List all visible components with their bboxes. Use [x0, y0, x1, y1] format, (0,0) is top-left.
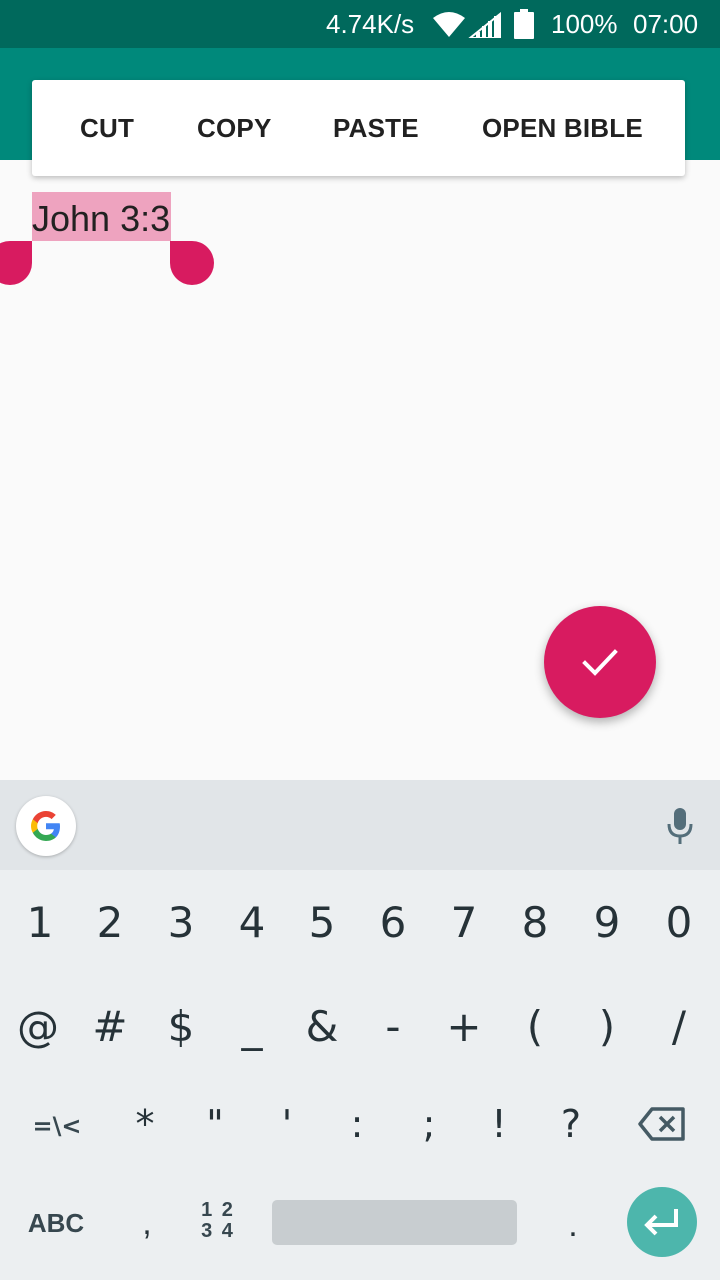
space-key[interactable] [272, 1200, 517, 1245]
key-3[interactable]: 3 [146, 898, 216, 947]
selected-text[interactable]: John 3:3 [32, 198, 170, 240]
open-bible-button[interactable]: OPEN BIBLE [482, 113, 643, 144]
key-close-paren[interactable]: ) [572, 1002, 642, 1051]
cut-button[interactable]: CUT [80, 113, 134, 144]
battery-icon [514, 9, 534, 39]
battery-percentage: 100% [551, 9, 618, 39]
keyboard-suggestion-bar [0, 780, 720, 870]
key-dollar[interactable]: $ [146, 1002, 216, 1051]
comma-key[interactable]: , [122, 1204, 172, 1243]
key-underscore[interactable]: _ [217, 1002, 287, 1051]
net-speed: 4.74K/s [326, 9, 415, 39]
selection-handle-end[interactable] [170, 241, 214, 285]
key-6[interactable]: 6 [358, 898, 428, 947]
key-5[interactable]: 5 [287, 898, 357, 947]
period-key[interactable]: . [548, 1206, 598, 1245]
status-bar: 4.74K/s 100% 07:00 [0, 0, 720, 48]
signal-icon [468, 12, 501, 38]
key-0[interactable]: 0 [644, 898, 714, 947]
key-at[interactable]: @ [3, 1002, 73, 1051]
numpad-toggle-top: 1 2 [201, 1199, 235, 1221]
confirm-fab-button[interactable] [544, 606, 656, 718]
clock: 07:00 [633, 9, 699, 39]
enter-icon [644, 1209, 678, 1236]
text-selection-toolbar: CUT COPY PASTE OPEN BIBLE [32, 80, 685, 176]
key-minus[interactable]: - [358, 1002, 428, 1051]
key-asterisk[interactable]: * [110, 1102, 180, 1146]
key-open-paren[interactable]: ( [500, 1002, 570, 1051]
key-4[interactable]: 4 [217, 898, 287, 947]
key-plus[interactable]: + [429, 1002, 499, 1051]
mic-icon[interactable] [664, 806, 696, 846]
key-question[interactable]: ? [536, 1102, 606, 1146]
key-ampersand[interactable]: & [287, 1002, 357, 1051]
key-more-symbols[interactable]: =\< [22, 1112, 92, 1140]
wifi-icon [433, 12, 465, 37]
key-semicolon[interactable]: ; [394, 1102, 464, 1146]
google-search-button[interactable] [16, 796, 76, 856]
key-single-quote[interactable]: ' [252, 1102, 322, 1146]
check-icon [582, 649, 618, 676]
key-9[interactable]: 9 [572, 898, 642, 947]
key-slash[interactable]: / [644, 1002, 714, 1051]
key-hash[interactable]: # [75, 1002, 145, 1051]
enter-key[interactable] [627, 1187, 697, 1257]
numpad-toggle-bottom: 3 4 [201, 1220, 235, 1242]
key-exclamation[interactable]: ! [464, 1102, 534, 1146]
key-8[interactable]: 8 [500, 898, 570, 947]
abc-key[interactable]: ABC [20, 1208, 92, 1239]
backspace-icon[interactable] [638, 1106, 686, 1142]
google-icon [31, 811, 60, 841]
selection-handle-start[interactable] [0, 241, 32, 285]
key-colon[interactable]: : [322, 1102, 392, 1146]
soft-keyboard: 1 2 3 4 5 6 7 8 9 0 @ # $ _ & - + ( ) / … [0, 780, 720, 1280]
key-1[interactable]: 1 [5, 898, 75, 947]
key-2[interactable]: 2 [75, 898, 145, 947]
text-input-selection[interactable]: John 3:3 [32, 192, 171, 241]
key-7[interactable]: 7 [429, 898, 499, 947]
copy-button[interactable]: COPY [197, 113, 271, 144]
numpad-toggle-key[interactable]: 1 2 3 4 [192, 1200, 244, 1242]
key-double-quote[interactable]: " [180, 1102, 250, 1146]
paste-button[interactable]: PASTE [333, 113, 419, 144]
